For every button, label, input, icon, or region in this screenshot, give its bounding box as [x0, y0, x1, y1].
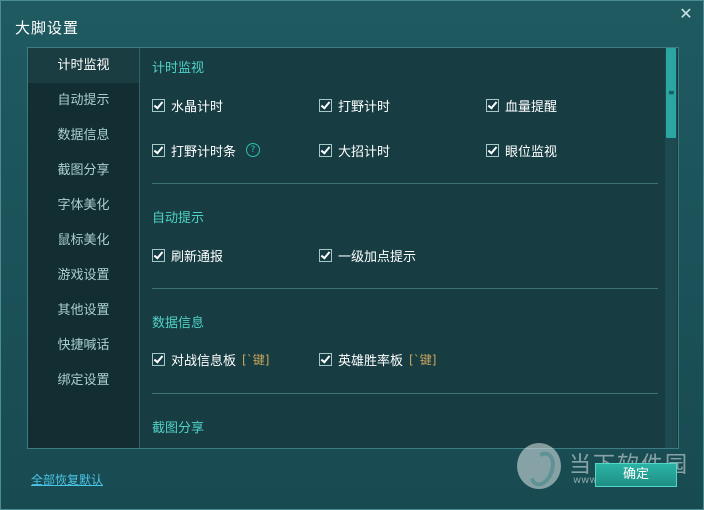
checkbox[interactable]: [486, 143, 499, 157]
sidebar-item-game[interactable]: 游戏设置: [28, 258, 139, 293]
checkbox[interactable]: [319, 248, 332, 262]
option-ward-monitor[interactable]: 眼位监视: [486, 142, 557, 160]
sidebar-item-other[interactable]: 其他设置: [28, 293, 139, 328]
checkbox[interactable]: [319, 352, 332, 366]
divider: [152, 393, 658, 394]
option-refresh-notice[interactable]: 刷新通报: [152, 247, 223, 265]
section-title-data-info: 数据信息: [152, 316, 205, 331]
option-hero-winrate-board[interactable]: 英雄胜率板 [`键]: [319, 351, 437, 369]
option-jungle-timer-bar[interactable]: 打野计时条 ?: [152, 142, 261, 160]
checkbox[interactable]: [152, 248, 165, 262]
sidebar-item-screenshot[interactable]: 截图分享: [28, 153, 139, 188]
divider: [152, 288, 658, 289]
scrollbar-thumb[interactable]: ≡: [666, 48, 676, 138]
restore-defaults-link[interactable]: 全部恢复默认: [31, 471, 103, 488]
checkbox[interactable]: [486, 98, 499, 112]
option-ult-timer[interactable]: 大招计时: [319, 142, 390, 160]
help-icon[interactable]: ?: [246, 143, 261, 157]
settings-panel: 计时监视 自动提示 数据信息 截图分享 字体美化 鼠标美化 游戏设置 其他设置 …: [27, 47, 679, 449]
option-battle-info-board[interactable]: 对战信息板 [`键]: [152, 351, 270, 369]
option-jungle-timer[interactable]: 打野计时: [319, 97, 390, 115]
divider: [152, 183, 658, 184]
section-title-timer: 计时监视: [152, 61, 205, 76]
ok-button[interactable]: 确定: [595, 463, 677, 487]
checkbox[interactable]: [152, 143, 165, 157]
sidebar-item-mouse[interactable]: 鼠标美化: [28, 223, 139, 258]
settings-content: 计时监视 水晶计时 打野计时 血量提醒 打野计时条 ? 大招计时 眼位监视 自动…: [140, 48, 664, 448]
checkbox[interactable]: [319, 98, 332, 112]
hotkey-hint: [`键]: [242, 352, 270, 367]
watermark-logo-icon: [517, 443, 561, 489]
option-hp-alert[interactable]: 血量提醒: [486, 97, 557, 115]
sidebar-item-font[interactable]: 字体美化: [28, 188, 139, 223]
sidebar-item-auto-hint[interactable]: 自动提示: [28, 83, 139, 118]
settings-window: 大脚设置 ✕ 计时监视 自动提示 数据信息 截图分享 字体美化 鼠标美化 游戏设…: [0, 0, 704, 510]
close-icon[interactable]: ✕: [677, 5, 695, 23]
sidebar: 计时监视 自动提示 数据信息 截图分享 字体美化 鼠标美化 游戏设置 其他设置 …: [28, 48, 140, 448]
sidebar-item-timer[interactable]: 计时监视: [28, 48, 139, 83]
sidebar-item-quick-chat[interactable]: 快捷喊话: [28, 328, 139, 363]
section-title-auto-hint: 自动提示: [152, 211, 205, 226]
sidebar-item-data-info[interactable]: 数据信息: [28, 118, 139, 153]
grip-icon: ≡: [668, 88, 675, 97]
option-crystal-timer[interactable]: 水晶计时: [152, 97, 223, 115]
window-title: 大脚设置: [15, 19, 80, 37]
checkbox[interactable]: [152, 98, 165, 112]
sidebar-item-bindings[interactable]: 绑定设置: [28, 363, 139, 398]
checkbox[interactable]: [319, 143, 332, 157]
checkbox[interactable]: [152, 352, 165, 366]
section-title-screenshot: 截图分享: [152, 421, 205, 436]
scrollbar[interactable]: ≡: [665, 48, 677, 448]
option-level1-skill-hint[interactable]: 一级加点提示: [319, 247, 416, 265]
hotkey-hint: [`键]: [409, 352, 437, 367]
